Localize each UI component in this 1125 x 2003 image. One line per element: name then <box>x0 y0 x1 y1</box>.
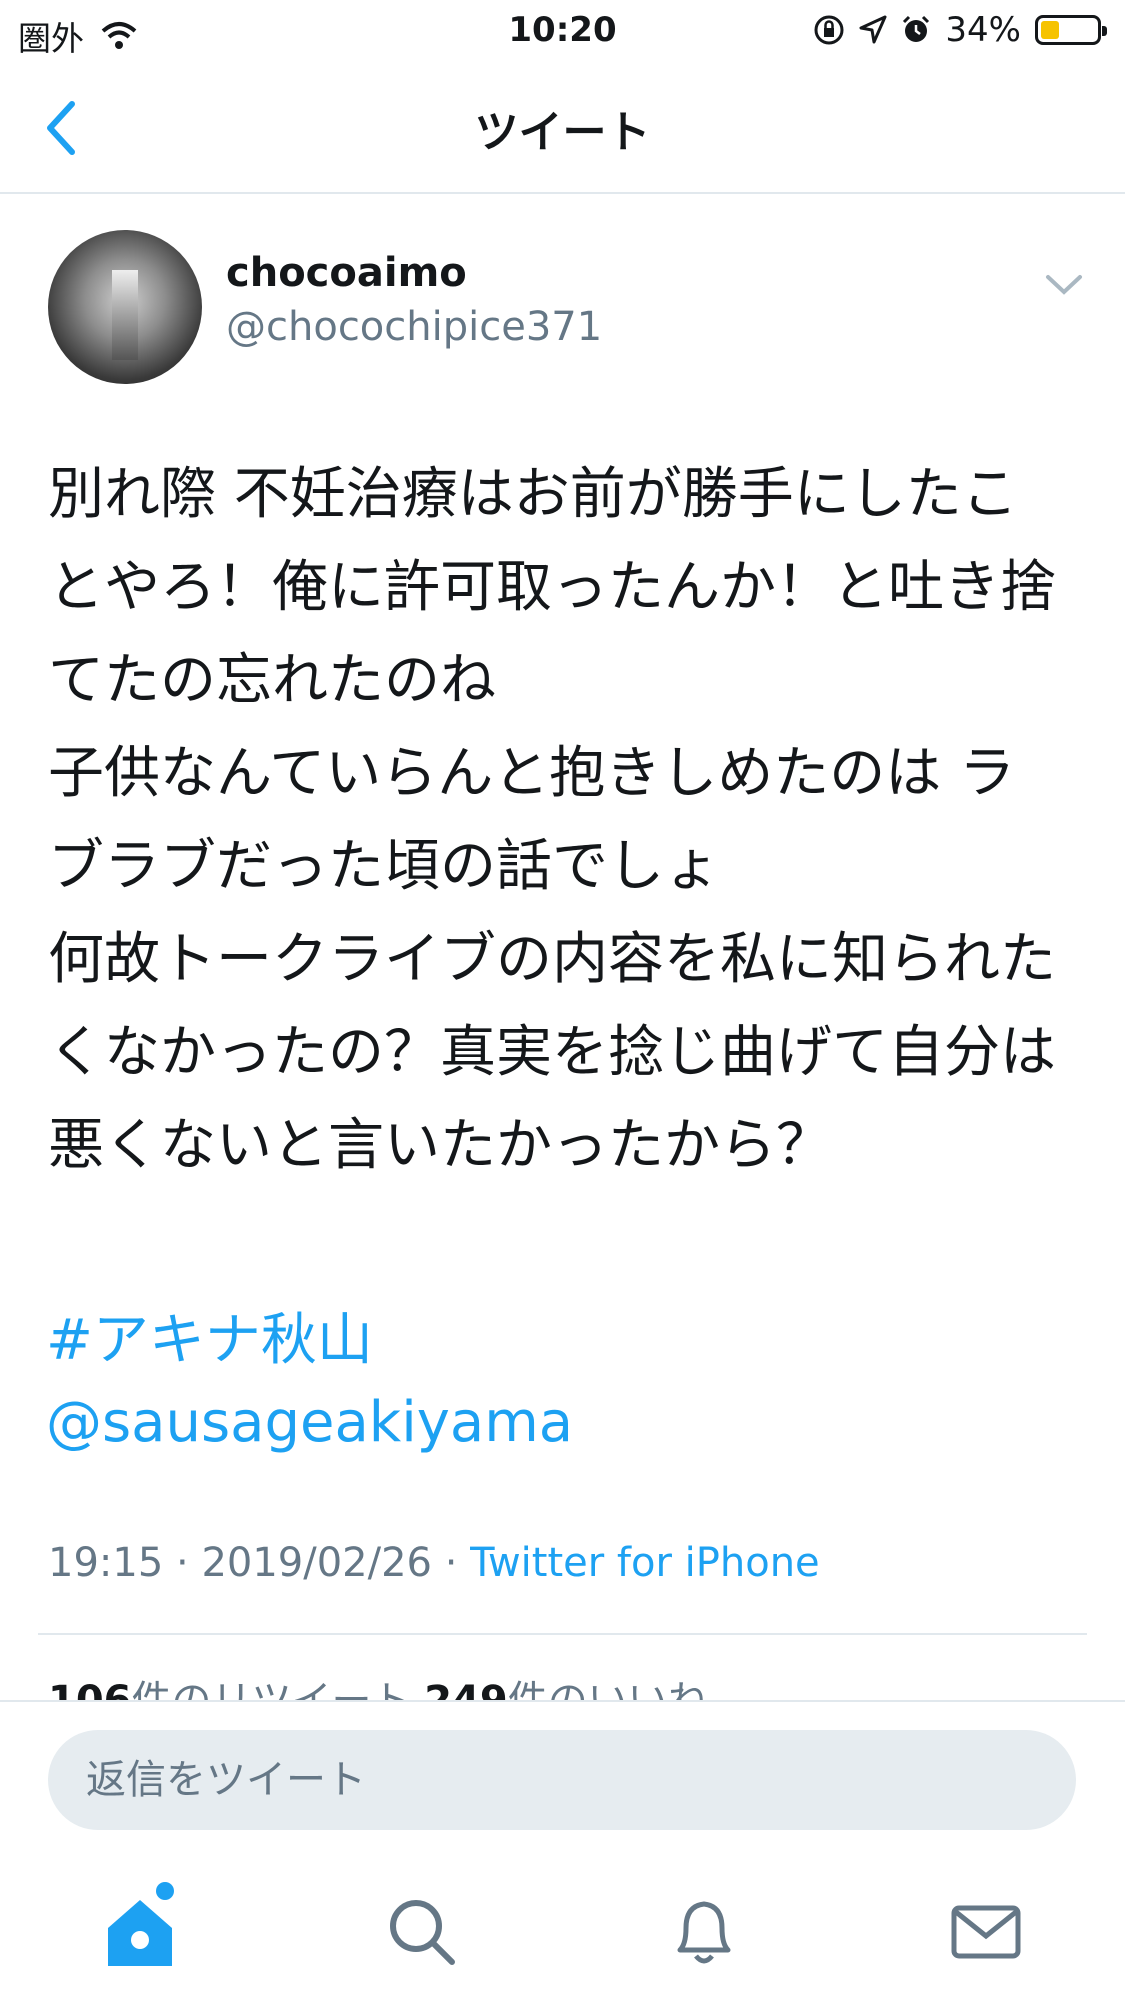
battery-percent: 34% <box>945 10 1021 50</box>
retweet-label: 件のリツイート <box>131 1678 412 1702</box>
nav-bar: ツイート <box>0 62 1125 194</box>
tweet-source-link[interactable]: Twitter for iPhone <box>470 1540 820 1586</box>
hashtag-link[interactable]: #アキナ秋山 <box>46 1295 373 1376</box>
tab-bar <box>0 1882 1125 2002</box>
orientation-lock-icon <box>814 15 844 45</box>
notifications-icon[interactable] <box>664 1892 744 1972</box>
retweet-count: 106 <box>48 1678 132 1702</box>
avatar[interactable] <box>48 230 202 384</box>
meta-separator: · <box>431 1540 471 1586</box>
reply-bar: 返信をツイート <box>0 1700 1125 2003</box>
messages-icon[interactable] <box>946 1892 1026 1972</box>
tweet-text: 別れ際 不妊治療はお前が勝手にしたことやろ！俺に許可取ったんか！と吐き捨てたの忘… <box>48 462 1056 1178</box>
page-title: ツイート <box>474 107 651 158</box>
status-bar: 圏外 10:20 34% <box>0 0 1125 62</box>
tweet-stats[interactable]: 106件のリツイート 249件のいいね <box>48 1668 708 1702</box>
divider <box>38 1633 1087 1635</box>
like-label: 件のいいね <box>507 1678 708 1702</box>
location-icon <box>859 15 887 44</box>
home-icon[interactable] <box>100 1892 180 1972</box>
chevron-down-icon[interactable] <box>1044 272 1084 298</box>
battery-icon <box>1035 15 1107 45</box>
tweet-meta: 19:15 · 2019/02/26 · Twitter for iPhone <box>48 1540 820 1586</box>
author-handle[interactable]: @chocochipice371 <box>226 304 602 350</box>
reply-input[interactable]: 返信をツイート <box>48 1730 1076 1830</box>
search-icon[interactable] <box>382 1892 462 1972</box>
like-count: 249 <box>424 1678 508 1702</box>
mention-link[interactable]: @sausageakiyama <box>46 1390 573 1455</box>
author-name[interactable]: chocoaimo <box>226 250 467 296</box>
tweet-time: 19:15 <box>48 1540 164 1586</box>
meta-separator: · <box>163 1540 202 1586</box>
alarm-icon <box>903 15 930 42</box>
tweet-date: 2019/02/26 <box>201 1540 432 1586</box>
